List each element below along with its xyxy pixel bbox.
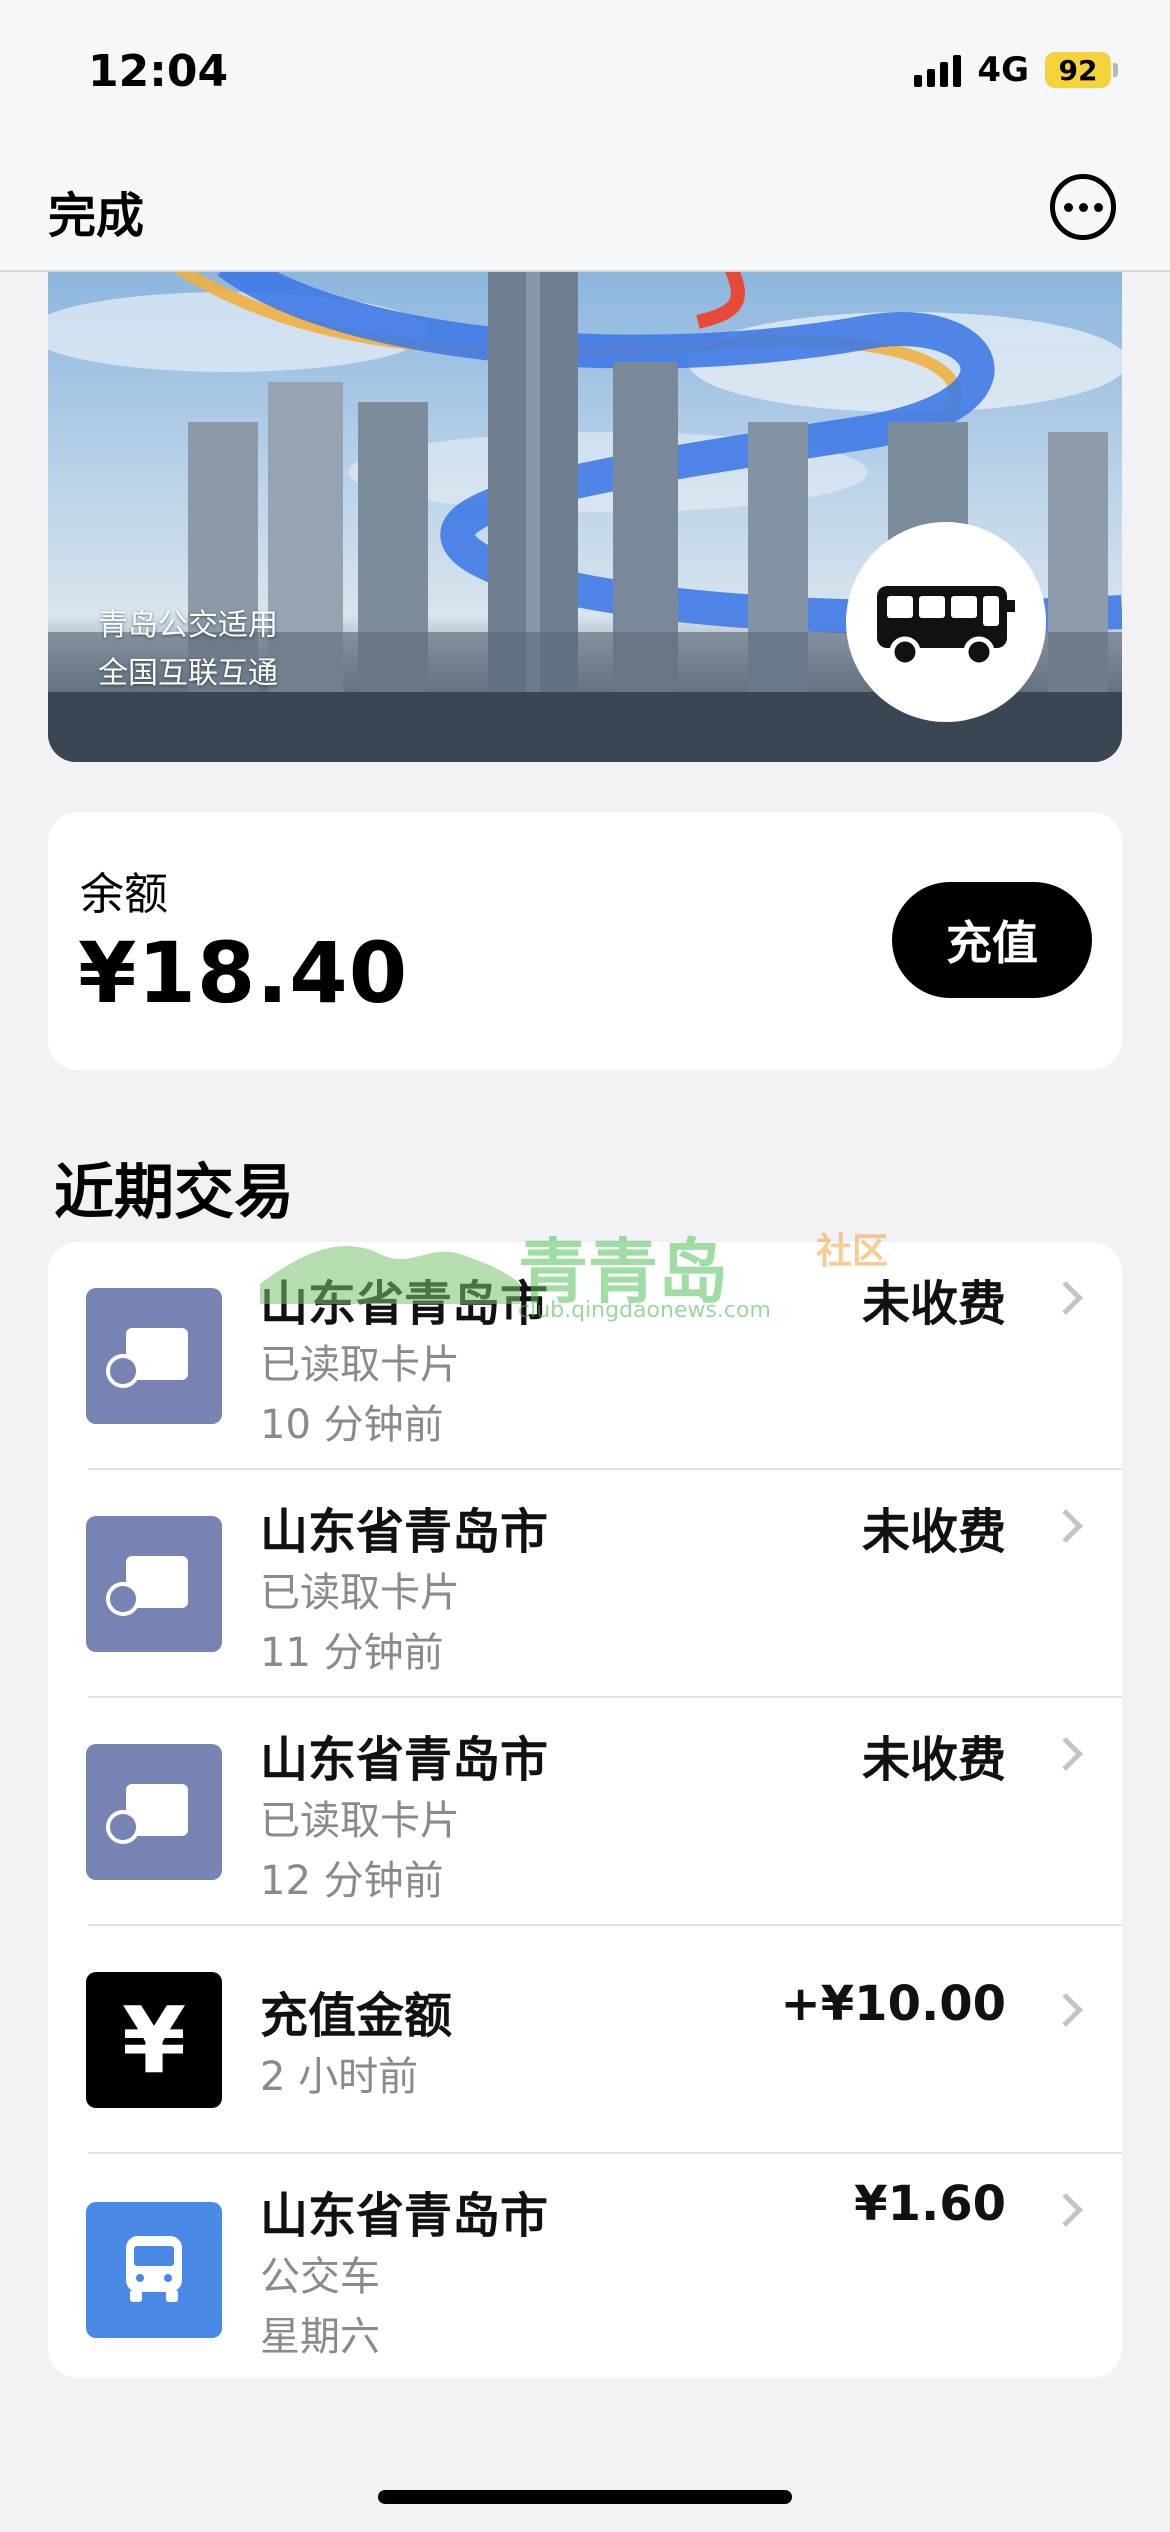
network-type: 4G	[977, 50, 1029, 90]
transaction-time: 11 分钟前	[260, 1630, 444, 1676]
transactions-list: 山东省青岛市 已读取卡片 10 分钟前 未收费 山东省青岛市 已读取卡片 11 …	[48, 1242, 1122, 2378]
transaction-type: 公交车	[260, 2254, 380, 2300]
card-read-icon	[86, 1516, 222, 1652]
transaction-title: 充值金额	[260, 1988, 453, 2044]
top-bar: 12:04 4G 92 完成	[0, 0, 1170, 272]
transaction-amount: 未收费	[861, 1504, 1006, 1560]
transaction-time: 星期六	[260, 2314, 380, 2360]
transaction-status: 已读取卡片	[260, 1342, 460, 1388]
transaction-status: 已读取卡片	[260, 1798, 460, 1844]
card-caption-line1: 青岛公交适用	[98, 608, 278, 643]
transaction-amount: ¥1.60	[854, 2176, 1006, 2232]
bus-badge	[846, 522, 1046, 722]
card-read-icon	[86, 1288, 222, 1424]
done-button[interactable]: 完成	[48, 176, 144, 246]
recharge-button[interactable]: 充值	[892, 882, 1092, 998]
yen-icon: ¥	[86, 1972, 222, 2108]
wallet-card-screen: 12:04 4G 92 完成 青岛公交适用 全国互联互通 余额 ¥18.40 充…	[0, 0, 1170, 2532]
balance-panel: 余额 ¥18.40 充值	[48, 812, 1122, 1070]
transaction-title: 山东省青岛市	[260, 1276, 549, 1332]
transit-card-image[interactable]: 青岛公交适用 全国互联互通	[48, 272, 1122, 762]
chevron-right-icon	[1049, 1281, 1083, 1315]
transaction-row[interactable]: 山东省青岛市 已读取卡片 10 分钟前 未收费	[48, 1242, 1122, 1470]
chevron-right-icon	[1049, 1993, 1083, 2027]
bus-icon	[86, 2202, 222, 2338]
battery-icon: 92	[1045, 52, 1111, 88]
transaction-row[interactable]: 山东省青岛市 已读取卡片 12 分钟前 未收费	[48, 1698, 1122, 1926]
card-caption-line2: 全国互联互通	[98, 656, 278, 691]
balance-label: 余额	[80, 869, 168, 920]
transaction-title: 山东省青岛市	[260, 1732, 549, 1788]
transaction-row[interactable]: ¥ 充值金额 2 小时前 +¥10.00	[48, 1926, 1122, 2154]
transaction-row[interactable]: 山东省青岛市 公交车 星期六 ¥1.60	[48, 2154, 1122, 2378]
cellular-signal-icon	[914, 53, 962, 87]
ellipsis-circle-icon[interactable]	[1050, 174, 1116, 240]
balance-value: ¥18.40	[78, 924, 409, 1022]
transaction-amount: 未收费	[861, 1732, 1006, 1788]
transaction-title: 山东省青岛市	[260, 2188, 549, 2244]
transaction-row[interactable]: 山东省青岛市 已读取卡片 11 分钟前 未收费	[48, 1470, 1122, 1698]
transaction-time: 2 小时前	[260, 2054, 419, 2100]
bus-icon	[877, 586, 1015, 668]
chevron-right-icon	[1049, 1509, 1083, 1543]
transaction-amount: 未收费	[861, 1276, 1006, 1332]
transaction-status: 已读取卡片	[260, 1570, 460, 1616]
status-time: 12:04	[88, 46, 229, 97]
transaction-amount: +¥10.00	[780, 1976, 1006, 2032]
recent-transactions-title: 近期交易	[54, 1158, 294, 1228]
transaction-time: 10 分钟前	[260, 1402, 444, 1448]
chevron-right-icon	[1049, 1737, 1083, 1771]
chevron-right-icon	[1049, 2193, 1083, 2227]
battery-cap	[1113, 63, 1118, 77]
card-read-icon	[86, 1744, 222, 1880]
home-indicator[interactable]	[378, 2490, 792, 2504]
transaction-title: 山东省青岛市	[260, 1504, 549, 1560]
card-caption: 青岛公交适用 全国互联互通	[98, 602, 278, 698]
status-indicators: 4G 92	[914, 50, 1118, 90]
transaction-time: 12 分钟前	[260, 1858, 444, 1904]
